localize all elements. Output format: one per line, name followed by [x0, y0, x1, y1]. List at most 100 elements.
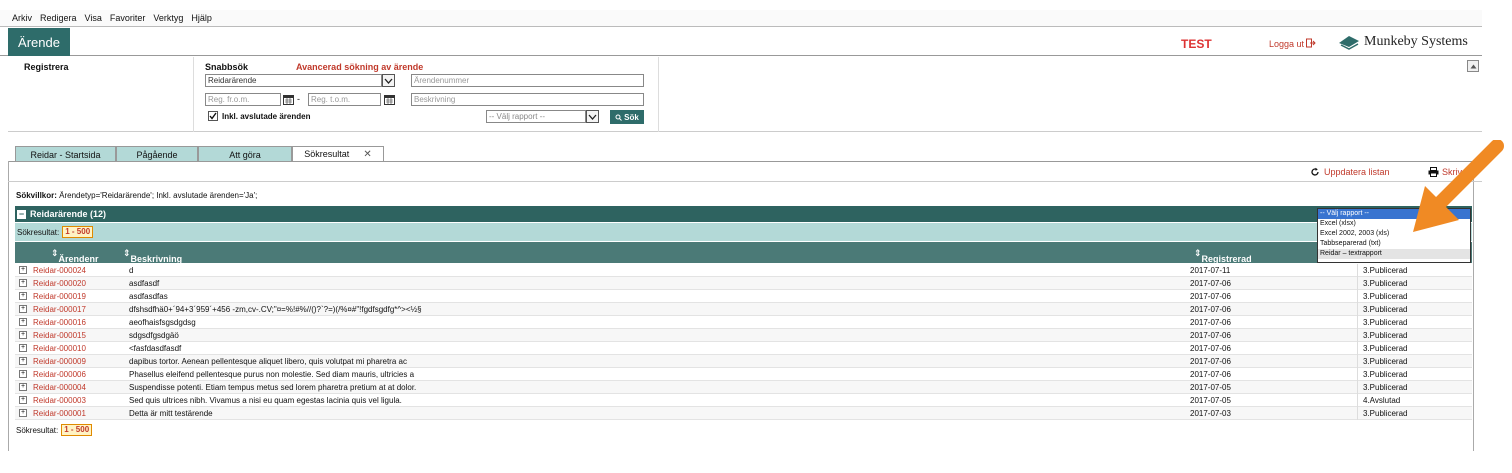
tab-att-gora[interactable]: Att göra [198, 146, 292, 162]
column-header-beskrivning[interactable]: ⇕ Beskrivning [123, 248, 182, 264]
case-type-select[interactable]: Reidarärende [205, 74, 382, 87]
expand-icon[interactable]: + [19, 279, 27, 287]
menu-item[interactable]: Verktyg [153, 13, 183, 23]
case-description: Phasellus eleifend pellentesque purus no… [129, 370, 415, 379]
tab-label: Pågående [136, 149, 178, 160]
expand-icon[interactable]: + [19, 331, 27, 339]
tab-label: Reidar - Startsida [30, 149, 101, 160]
pager-link[interactable]: 1 - 500 [62, 226, 94, 238]
case-number-link[interactable]: Reidar-000019 [33, 292, 86, 301]
case-number-link[interactable]: Reidar-000006 [33, 370, 86, 379]
divider [1357, 342, 1358, 355]
menu-item[interactable]: Arkiv [12, 13, 32, 23]
case-number-link[interactable]: Reidar-000020 [33, 279, 86, 288]
pager-link[interactable]: 1 - 500 [61, 424, 93, 436]
logout-icon[interactable] [1306, 38, 1316, 48]
case-date: 2017-07-06 [1190, 318, 1231, 327]
include-closed-label: Inkl. avslutade ärenden [222, 112, 311, 121]
divider [1357, 264, 1358, 277]
menu-item[interactable]: Hjälp [191, 13, 212, 23]
app-header: Ärende TEST Logga ut Munkeby Systems [0, 28, 1482, 56]
expand-icon[interactable]: + [19, 383, 27, 391]
expand-icon[interactable]: + [19, 344, 27, 352]
table-row[interactable]: + Reidar-000020 asdfasdf 2017-07-06 3.Public… [15, 277, 1472, 290]
case-description: dfshsdfhä0+´94+3´959´+456 -zm,cv-.CV;"¤=… [129, 305, 422, 314]
table-row[interactable]: + Reidar-000004 Suspendisse potenti. Etiam… [15, 381, 1472, 394]
tab-label: Sökresultat [304, 149, 350, 159]
divider [1357, 394, 1358, 407]
chevron-down-icon[interactable] [382, 74, 395, 87]
result-label: Sökresultat: [17, 227, 60, 237]
divider [1357, 303, 1358, 316]
collapse-panel-button[interactable] [1467, 60, 1479, 72]
table-row[interactable]: + Reidar-000006 Phasellus eleifend pellent… [15, 368, 1472, 381]
case-number-link[interactable]: Reidar-000004 [33, 383, 86, 392]
case-number-link[interactable]: Reidar-000010 [33, 344, 86, 353]
reg-to-input[interactable]: Reg. t.o.m. [308, 93, 381, 106]
case-number-link[interactable]: Reidar-000024 [33, 266, 86, 275]
expand-icon[interactable]: + [19, 305, 27, 313]
menu-item[interactable]: Favoriter [110, 13, 146, 23]
divider [1357, 381, 1358, 394]
case-date: 2017-07-03 [1190, 409, 1231, 418]
table-row[interactable]: + Reidar-000017 dfshsdfhä0+´94+3´959´+456 … [15, 303, 1472, 316]
description-input[interactable]: Beskrivning [411, 93, 644, 106]
reg-from-input[interactable]: Reg. fr.o.m. [205, 93, 281, 106]
expand-icon[interactable]: + [19, 409, 27, 417]
table-header: ⇕ Ärendenr ⇕ Beskrivning ⇕ Registrerad d… [15, 242, 1472, 274]
group-title: Reidarärende (12) [30, 209, 107, 219]
table-row[interactable]: + Reidar-000016 aeofhaisfsgsdgdsg 2017-07-0… [15, 316, 1472, 329]
include-closed-checkbox[interactable] [208, 111, 218, 121]
case-number-link[interactable]: Reidar-000001 [33, 409, 86, 418]
search-panel: Registrera Snabbsök Avancerad sökning av… [8, 57, 1482, 132]
update-list-link[interactable]: Uppdatera listan [1310, 167, 1390, 177]
table-row[interactable]: + Reidar-000001 Detta är mitt testärende 20… [15, 407, 1472, 420]
close-icon[interactable]: ✕ [363, 149, 371, 160]
column-header-registrerad[interactable]: ⇕ Registrerad datum [1194, 248, 1252, 274]
case-status: 3.Publicerad [1363, 318, 1408, 327]
column-header-arendenr[interactable]: ⇕ Ärendenr [51, 248, 99, 264]
chevron-down-icon[interactable] [586, 110, 599, 123]
case-number-link[interactable]: Reidar-000016 [33, 318, 86, 327]
tab-pagaende[interactable]: Pågående [116, 146, 198, 162]
calendar-icon[interactable] [384, 94, 395, 105]
collapse-icon[interactable]: − [17, 209, 26, 219]
table-row[interactable]: + Reidar-000009 dapibus tortor. Aenean pel… [15, 355, 1472, 368]
calendar-icon[interactable] [283, 94, 294, 105]
table-row[interactable]: + Reidar-000024 d 2017-07-11 3.Publicerad [15, 264, 1472, 277]
expand-icon[interactable]: + [19, 292, 27, 300]
table-row[interactable]: + Reidar-000015 sdgsdfgsdgäö 2017-07-06 3.Pu… [15, 329, 1472, 342]
case-number-link[interactable]: Reidar-000003 [33, 396, 86, 405]
module-tab-arende[interactable]: Ärende [8, 28, 70, 56]
logout-link[interactable]: Logga ut [1269, 39, 1304, 49]
tab-sokresultat[interactable]: Sökresultat ✕ [292, 146, 384, 162]
menu-item[interactable]: Visa [85, 13, 102, 23]
case-status: 4.Avslutad [1363, 396, 1401, 405]
report-select[interactable]: -- Välj rapport -- [486, 110, 586, 123]
report-option[interactable]: Tabbseparerad (txt) [1318, 239, 1470, 249]
case-date: 2017-07-06 [1190, 279, 1231, 288]
registrera-heading[interactable]: Registrera [24, 62, 69, 72]
search-button[interactable]: Sök [610, 110, 644, 124]
case-number-input[interactable]: Ärendenummer [411, 74, 644, 87]
advanced-search-link[interactable]: Avancerad sökning av ärende [296, 62, 423, 72]
case-number-link[interactable]: Reidar-000017 [33, 305, 86, 314]
tab-startsida[interactable]: Reidar - Startsida [15, 146, 116, 162]
table-row[interactable]: + Reidar-000003 Sed quis ultrices nibh. Vi… [15, 394, 1472, 407]
group-header[interactable]: − Reidarärende (12) [15, 206, 1472, 222]
brand-logo: Munkeby Systems [1338, 34, 1468, 50]
expand-icon[interactable]: + [19, 396, 27, 404]
table-row[interactable]: + Reidar-000010 <fasfdasdfasdf 2017-07-06 3.… [15, 342, 1472, 355]
divider [1357, 368, 1358, 381]
expand-icon[interactable]: + [19, 357, 27, 365]
expand-icon[interactable]: + [19, 318, 27, 326]
expand-icon[interactable]: + [19, 266, 27, 274]
case-date: 2017-07-06 [1190, 292, 1231, 301]
table-row[interactable]: + Reidar-000019 asdfasdfas 2017-07-06 3.Publ… [15, 290, 1472, 303]
menu-item[interactable]: Redigera [40, 13, 77, 23]
case-number-link[interactable]: Reidar-000015 [33, 331, 86, 340]
report-option[interactable]: Reidar – textrapport [1318, 249, 1470, 259]
expand-icon[interactable]: + [19, 370, 27, 378]
bottom-result-bar: Sökresultat: 1 - 500 [16, 424, 93, 436]
case-number-link[interactable]: Reidar-000009 [33, 357, 86, 366]
